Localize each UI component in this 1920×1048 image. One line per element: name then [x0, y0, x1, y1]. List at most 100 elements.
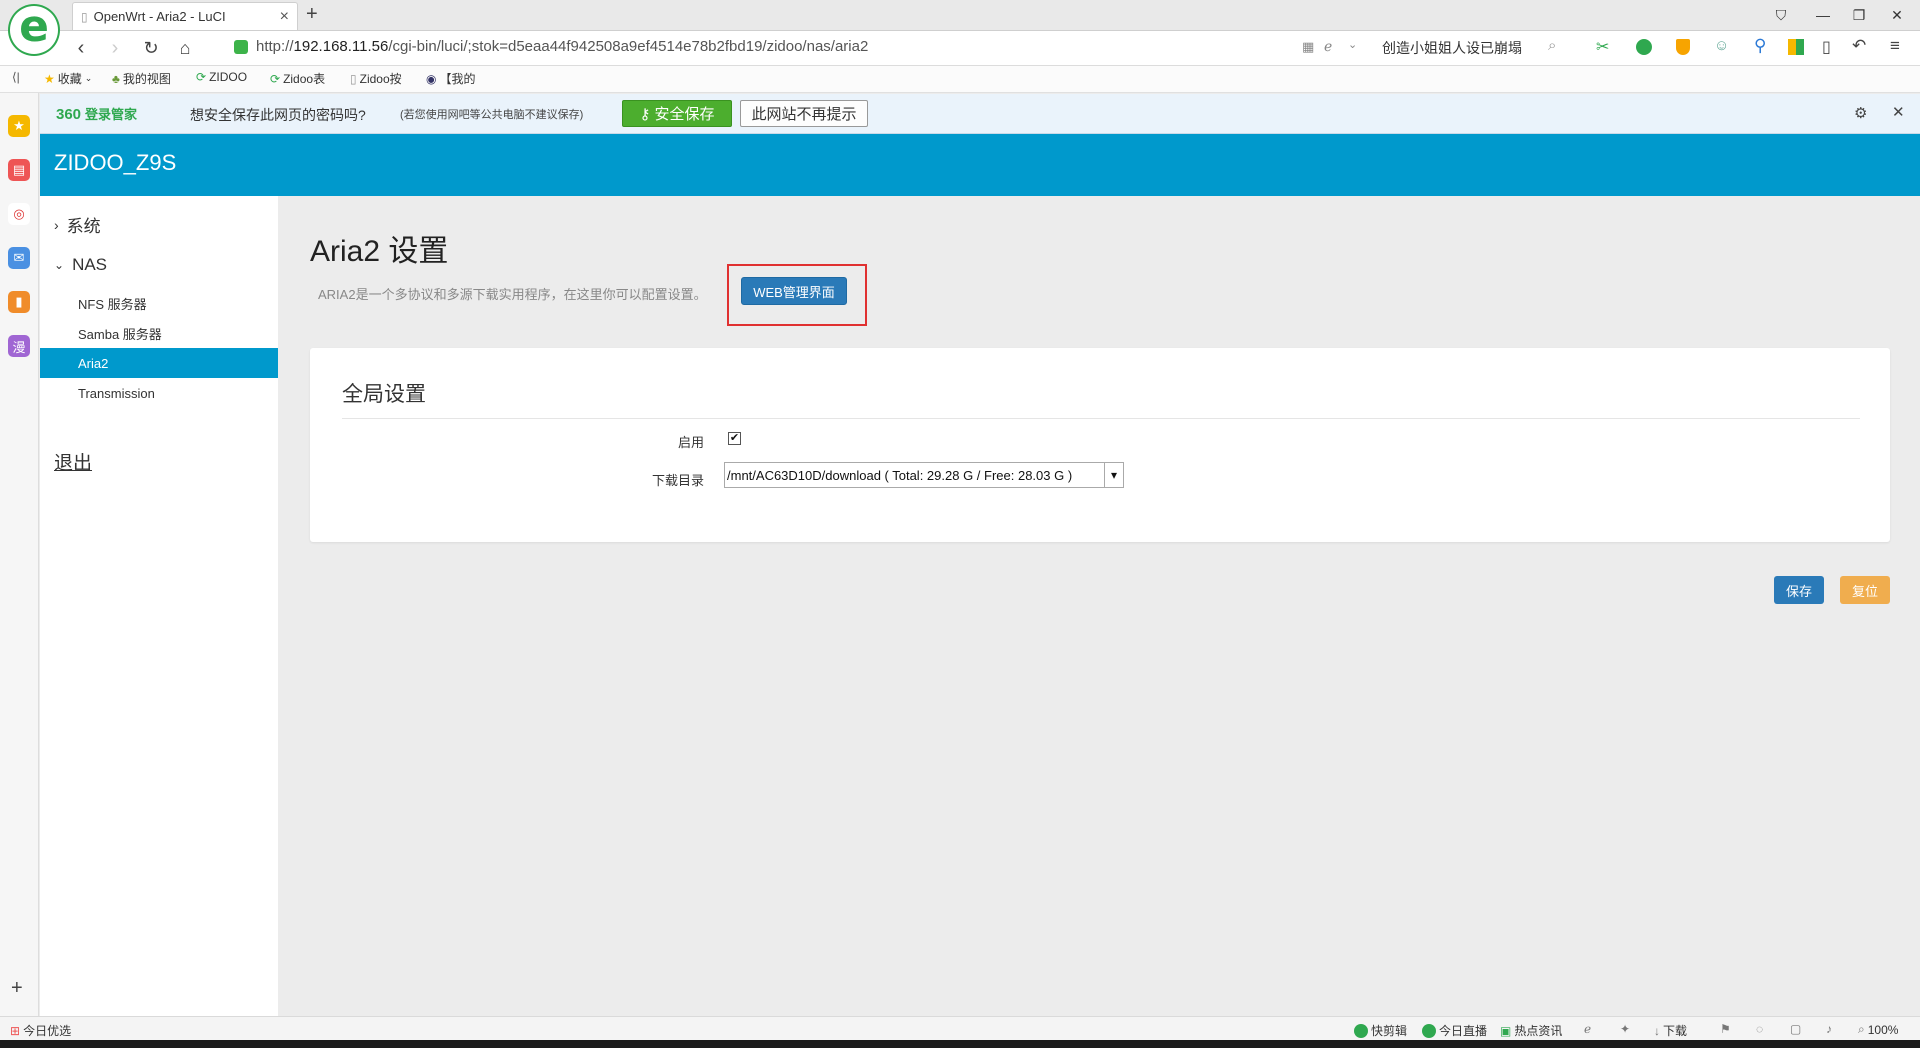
nav-item-aria2[interactable]: Aria2: [40, 348, 278, 378]
download-dir-label: 下载目录: [651, 473, 704, 488]
gear-icon[interactable]: ⚙: [1854, 104, 1867, 122]
logout-link[interactable]: 退出: [54, 448, 92, 475]
search-input[interactable]: 创造小姐姐人设已崩塌: [1382, 38, 1522, 58]
taskbar: [0, 1040, 1920, 1048]
brand-title[interactable]: ZIDOO_Z9S: [54, 150, 176, 176]
nav-nas[interactable]: ⌄ NAS: [54, 255, 107, 275]
search-icon[interactable]: ⌕: [1548, 37, 1556, 54]
back-button[interactable]: ‹: [68, 36, 94, 60]
browser-logo[interactable]: e: [8, 4, 60, 56]
security-icon[interactable]: [1676, 39, 1690, 55]
badge-icon: ◉: [426, 71, 437, 86]
chevron-right-icon: ›: [54, 216, 59, 233]
ie-icon[interactable]: ℯ: [1584, 1022, 1591, 1036]
mail-icon[interactable]: ✉: [8, 247, 30, 269]
browser-tab[interactable]: ▯ OpenWrt - Aria2 - LuCI ×: [72, 2, 298, 30]
news-icon[interactable]: ▤: [8, 159, 30, 181]
status-item[interactable]: 快剪辑: [1354, 1022, 1407, 1039]
check-icon: ✔: [729, 432, 740, 444]
nav-system[interactable]: › 系统: [54, 212, 101, 237]
brand-360: 360 登录管家: [56, 106, 138, 123]
web-ui-button[interactable]: WEB管理界面: [741, 277, 847, 305]
comic-icon[interactable]: 漫: [8, 335, 30, 357]
close-window-button[interactable]: ✕: [1886, 4, 1908, 26]
bookmark-item[interactable]: ♣ 我的视图: [112, 70, 171, 87]
bookmark-item[interactable]: ★ 收藏 ⌄: [44, 70, 92, 87]
minimize-button[interactable]: —: [1812, 4, 1834, 26]
chevron-down-icon[interactable]: ⌄: [1348, 38, 1357, 51]
translate-icon[interactable]: [1636, 39, 1652, 55]
news-icon: ▣: [1500, 1023, 1512, 1038]
close-icon[interactable]: ✕: [1892, 103, 1905, 121]
tab-close-button[interactable]: ×: [280, 8, 289, 26]
home-icon[interactable]: ⌂: [172, 36, 198, 60]
enable-checkbox[interactable]: ✔: [728, 432, 741, 445]
url-field[interactable]: http://192.168.11.56/cgi-bin/luci/;stok=…: [256, 38, 868, 55]
favorites-icon[interactable]: ★: [8, 115, 30, 137]
window-icon[interactable]: ▢: [1790, 1022, 1801, 1036]
tree-icon: ♣: [112, 71, 120, 86]
status-item[interactable]: ▣ 热点资讯: [1500, 1022, 1562, 1039]
browser-e-icon: e: [19, 1, 49, 52]
download-icon: ↓: [1654, 1023, 1660, 1038]
left-nav: › 系统 ⌄ NAS NFS 服务器 Samba 服务器 Aria2 Transmi…: [40, 196, 278, 1016]
game-icon[interactable]: ☺: [1714, 37, 1729, 54]
forward-button[interactable]: ›: [102, 36, 128, 60]
today-picks[interactable]: ⊞ 今日优选: [10, 1022, 71, 1039]
chevron-down-icon[interactable]: ▾: [1104, 463, 1123, 487]
browser-side-rail: ★ ▤ ◎ ✉ ▮ 漫 +: [0, 93, 39, 1016]
bookmark-item[interactable]: ⟳ Zidoo表: [270, 70, 325, 87]
status-item[interactable]: ↓ 下载: [1654, 1022, 1687, 1039]
shirt-icon[interactable]: ⛉: [1770, 4, 1792, 26]
tab-strip: ▯ OpenWrt - Aria2 - LuCI × + ⛉ — ❐ ✕: [0, 0, 1920, 31]
page-icon: ▯: [81, 9, 88, 24]
flag-icon[interactable]: ⚑: [1720, 1022, 1731, 1036]
url-host: 192.168.11.56: [293, 38, 389, 55]
status-item[interactable]: 今日直播: [1422, 1022, 1487, 1039]
save-note: (若您使用网吧等公共电脑不建议保存): [400, 109, 584, 121]
star-icon: ★: [44, 71, 55, 86]
nav-item-nfs[interactable]: NFS 服务器: [40, 288, 278, 318]
add-icon[interactable]: +: [11, 977, 23, 1000]
shield-icon: [234, 40, 248, 54]
chevron-down-icon: ⌄: [54, 258, 65, 272]
section-divider: [342, 418, 1860, 419]
zoom-control[interactable]: ⌕ 100%: [1858, 1022, 1898, 1037]
download-dir-select[interactable]: /mnt/AC63D10D/download ( Total: 29.28 G …: [724, 462, 1124, 488]
bookmark-item[interactable]: ◉ 【我的: [426, 70, 476, 87]
reset-button[interactable]: 复位: [1840, 576, 1890, 604]
zidoo-icon: ⟳: [196, 70, 207, 84]
undo-icon[interactable]: ↶: [1852, 36, 1866, 56]
nav-item-transmission[interactable]: Transmission: [40, 378, 278, 408]
section-title: 全局设置: [342, 383, 426, 406]
book-icon[interactable]: ▮: [8, 291, 30, 313]
menu-icon[interactable]: ≡: [1890, 36, 1900, 56]
magnifier-icon[interactable]: ⚲: [1754, 36, 1766, 56]
new-tab-button[interactable]: +: [306, 3, 318, 26]
main-content: Aria2 设置 ARIA2是一个多协议和多源下载实用程序，在这里你可以配置设置…: [278, 196, 1920, 1016]
save-button[interactable]: 保存: [1774, 576, 1824, 604]
tab-title: OpenWrt - Aria2 - LuCI: [93, 9, 226, 24]
cleanup-icon[interactable]: ◌: [1756, 1022, 1763, 1036]
download-dir-value: /mnt/AC63D10D/download ( Total: 29.28 G …: [727, 467, 1073, 483]
play-icon: [1422, 1023, 1436, 1038]
never-for-site-button[interactable]: 此网站不再提示: [740, 100, 868, 127]
apps-icon[interactable]: [1788, 39, 1804, 55]
sound-icon[interactable]: ♪: [1826, 1022, 1832, 1036]
nav-item-samba[interactable]: Samba 服务器: [40, 318, 278, 348]
pin-icon[interactable]: ✦: [1620, 1022, 1630, 1036]
weibo-icon[interactable]: ◎: [8, 203, 30, 225]
restore-button[interactable]: ❐: [1848, 4, 1870, 26]
bookmark-item[interactable]: ▯ Zidoo按: [350, 70, 402, 87]
tablet-icon[interactable]: ▯: [1822, 37, 1831, 57]
collapse-sidebar-icon[interactable]: ⟨|: [12, 70, 20, 84]
bookmark-item[interactable]: ⟳ ZIDOO: [196, 70, 247, 84]
ie-mode-icon[interactable]: ℯ: [1324, 38, 1332, 55]
safe-save-button[interactable]: ⚷ 安全保存: [622, 100, 732, 127]
page-icon: ▯: [350, 71, 357, 86]
scissors-icon[interactable]: ✂: [1596, 37, 1609, 57]
reload-icon[interactable]: ↻: [138, 36, 164, 60]
qr-icon[interactable]: ▦: [1302, 39, 1314, 55]
password-save-bar: 360 登录管家 想安全保存此网页的密码吗? (若您使用网吧等公共电脑不建议保存)…: [40, 94, 1920, 134]
zidoo-icon: ⟳: [270, 71, 281, 86]
